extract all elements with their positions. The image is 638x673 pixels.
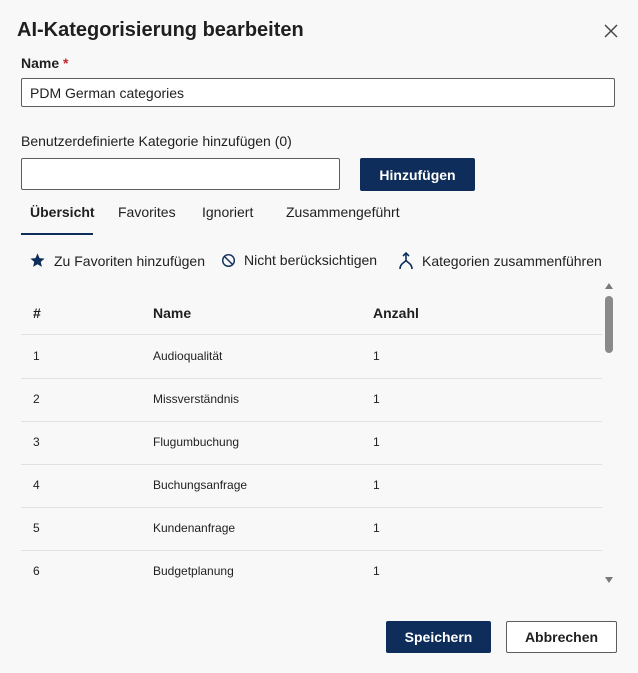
name-label-text: Name: [21, 55, 60, 71]
column-header-number[interactable]: #: [33, 305, 41, 321]
scroll-up-arrow-icon[interactable]: [605, 283, 613, 289]
table-row[interactable]: 1 Audioqualität 1: [21, 335, 602, 379]
row-count: 1: [373, 521, 380, 535]
tab-ignored[interactable]: Ignoriert: [202, 204, 253, 220]
dialog-title: AI-Kategorisierung bearbeiten: [17, 19, 304, 41]
row-number: 6: [33, 564, 40, 578]
row-number: 2: [33, 392, 40, 406]
row-name: Missverständnis: [153, 392, 240, 406]
table-header: # Name Anzahl: [21, 288, 602, 335]
custom-category-label: Benutzerdefinierte Kategorie hinzufügen …: [21, 133, 292, 149]
name-input[interactable]: [21, 78, 615, 107]
name-label: Name *: [21, 55, 68, 71]
custom-category-input[interactable]: [21, 158, 340, 190]
row-number: 3: [33, 435, 40, 449]
add-to-favorites-button[interactable]: Zu Favoriten hinzufügen: [29, 252, 205, 269]
active-tab-indicator: [21, 233, 93, 235]
required-mark: *: [63, 55, 69, 71]
star-icon: [30, 253, 45, 267]
tab-merged[interactable]: Zusammengeführt: [286, 204, 400, 220]
row-name: Budgetplanung: [153, 564, 234, 578]
table-row[interactable]: 5 Kundenanfrage 1: [21, 507, 602, 551]
row-count: 1: [373, 349, 380, 363]
categories-table: # Name Anzahl 1 Audioqualität 1 2 Missve…: [21, 288, 602, 590]
table-row[interactable]: 3 Flugumbuchung 1: [21, 421, 602, 465]
ignore-label: Nicht berücksichtigen: [244, 252, 378, 268]
merge-categories-label: Kategorien zusammenführen: [422, 253, 602, 269]
table-row[interactable]: 2 Missverständnis 1: [21, 378, 602, 422]
column-header-count[interactable]: Anzahl: [373, 305, 419, 321]
row-number: 1: [33, 349, 40, 363]
add-to-favorites-label: Zu Favoriten hinzufügen: [54, 252, 205, 269]
ignore-button[interactable]: Nicht berücksichtigen: [221, 252, 377, 268]
row-number: 4: [33, 478, 40, 492]
close-icon[interactable]: [602, 22, 620, 40]
scroll-down-arrow-icon[interactable]: [605, 577, 613, 583]
row-name: Audioqualität: [153, 349, 223, 363]
row-count: 1: [373, 435, 380, 449]
tab-favorites[interactable]: Favorites: [118, 204, 176, 220]
row-name: Kundenanfrage: [153, 521, 236, 535]
row-count: 1: [373, 564, 380, 578]
table-scrollbar[interactable]: [603, 280, 615, 585]
tab-overview[interactable]: Übersicht: [30, 204, 95, 220]
scrollbar-thumb[interactable]: [605, 296, 613, 353]
row-count: 1: [373, 478, 380, 492]
merge-icon: [399, 252, 413, 270]
row-name: Buchungsanfrage: [153, 478, 248, 492]
row-count: 1: [373, 392, 380, 406]
add-category-button[interactable]: Hinzufügen: [360, 158, 475, 191]
row-name: Flugumbuchung: [153, 435, 240, 449]
cancel-button[interactable]: Abbrechen: [506, 621, 617, 653]
column-header-name[interactable]: Name: [153, 305, 191, 321]
save-button[interactable]: Speichern: [386, 621, 491, 653]
row-number: 5: [33, 521, 40, 535]
table-row[interactable]: 6 Budgetplanung 1: [21, 550, 602, 590]
block-icon: [221, 253, 236, 267]
merge-categories-button[interactable]: Kategorien zusammenführen: [398, 252, 602, 270]
table-row[interactable]: 4 Buchungsanfrage 1: [21, 464, 602, 508]
